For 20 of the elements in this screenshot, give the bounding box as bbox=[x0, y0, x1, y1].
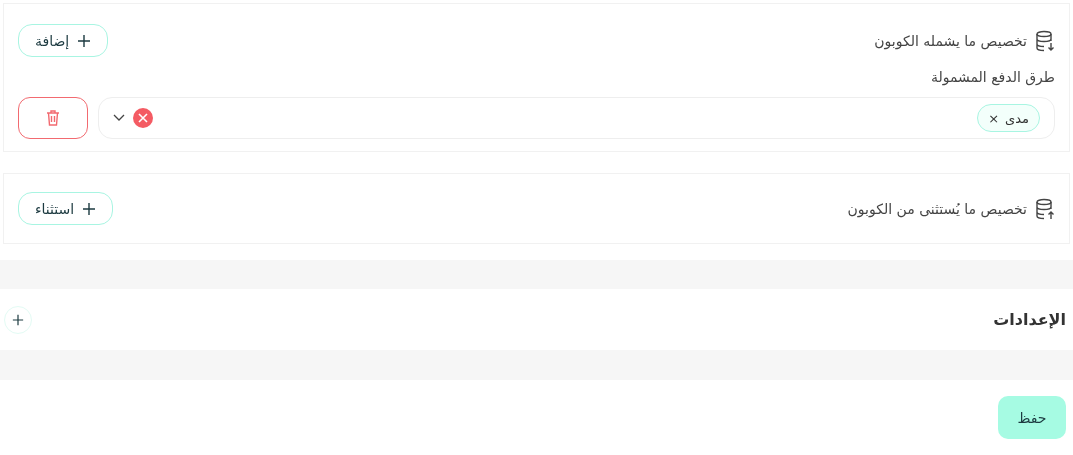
tag-chip[interactable]: مدى × bbox=[977, 104, 1040, 132]
section-title: تخصيص ما يُستثنى من الكوبون bbox=[847, 200, 1027, 217]
plus-icon bbox=[12, 313, 24, 326]
delete-button[interactable] bbox=[18, 97, 88, 139]
expand-button[interactable] bbox=[4, 305, 32, 334]
remove-tag-icon[interactable]: × bbox=[988, 110, 1000, 126]
database-download-icon bbox=[1035, 29, 1055, 52]
chevron-down-icon[interactable] bbox=[113, 114, 125, 122]
plus-icon bbox=[77, 33, 92, 48]
settings-title: الإعدادات bbox=[993, 310, 1066, 329]
trash-icon bbox=[46, 110, 60, 126]
database-upload-icon bbox=[1035, 197, 1055, 220]
add-button[interactable]: إضافة bbox=[18, 24, 109, 57]
plus-icon bbox=[82, 201, 97, 216]
save-button[interactable]: حفظ bbox=[998, 396, 1066, 439]
exclude-button[interactable]: استثناء bbox=[18, 192, 114, 225]
select-field[interactable]: مدى × bbox=[98, 97, 1055, 139]
field-label: طرق الدفع المشمولة bbox=[929, 69, 1055, 85]
section-title: تخصيص ما يشمله الكوبون bbox=[874, 32, 1027, 49]
clear-icon[interactable] bbox=[133, 108, 153, 128]
